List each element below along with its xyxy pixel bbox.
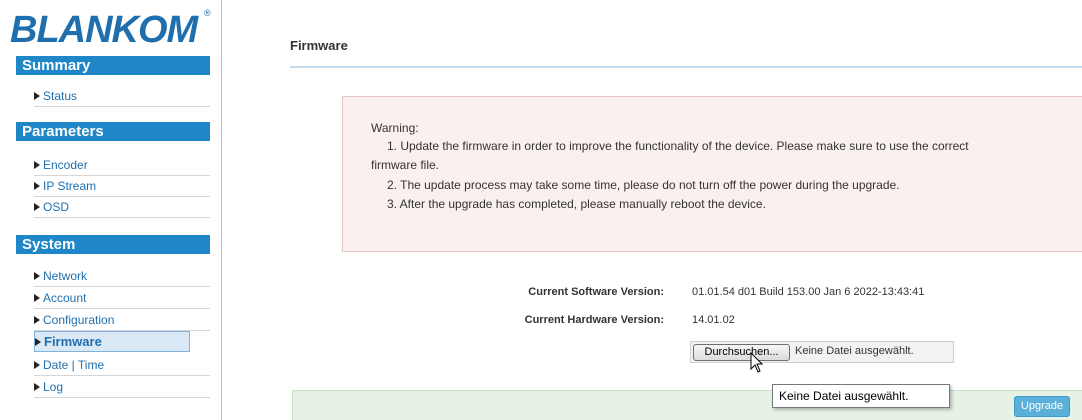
svg-text:BLANKOM: BLANKOM	[10, 9, 200, 51]
sidebar: BLANKOM ® Summary Status Parameters Enco…	[0, 0, 222, 420]
triangle-right-icon	[34, 92, 40, 100]
section-system: System	[16, 235, 210, 254]
nav-ip-stream[interactable]: IP Stream	[34, 176, 210, 197]
title-divider	[290, 66, 1082, 68]
nav-firmware[interactable]: Firmware	[34, 331, 190, 352]
warning-line-1: 1. Update the firmware in order to impro…	[387, 139, 969, 153]
triangle-right-icon	[35, 338, 41, 346]
triangle-right-icon	[34, 316, 40, 324]
triangle-right-icon	[34, 272, 40, 280]
upgrade-button[interactable]: Upgrade	[1014, 396, 1070, 417]
svg-text:®: ®	[204, 8, 211, 18]
software-version-value: 01.01.54 d01 Build 153.00 Jan 6 2022-13:…	[692, 286, 925, 298]
triangle-right-icon	[34, 203, 40, 211]
hardware-version-label: Current Hardware Version:	[524, 314, 664, 326]
file-status-text: Keine Datei ausgewählt.	[795, 345, 914, 357]
software-version-label: Current Software Version:	[528, 286, 664, 298]
nav-encoder[interactable]: Encoder	[34, 155, 210, 176]
triangle-right-icon	[34, 383, 40, 391]
mouse-cursor-icon	[750, 352, 764, 373]
triangle-right-icon	[34, 294, 40, 302]
warning-box: Warning: 1. Update the firmware in order…	[342, 96, 1082, 252]
warning-line-1-cont: firmware file.	[371, 158, 440, 172]
browse-button[interactable]: Durchsuchen...	[693, 344, 790, 361]
nav-configuration[interactable]: Configuration	[34, 310, 210, 331]
nav-log[interactable]: Log	[34, 377, 210, 398]
main-content: Firmware Warning: 1. Update the firmware…	[222, 0, 1082, 420]
section-parameters: Parameters	[16, 122, 210, 141]
action-bar	[292, 390, 1082, 420]
warning-line-2: 2. The update process may take some time…	[387, 178, 900, 192]
section-summary: Summary	[16, 56, 210, 75]
warning-line-3: 3. After the upgrade has completed, plea…	[387, 197, 766, 211]
nav-osd[interactable]: OSD	[34, 197, 210, 218]
file-tooltip: Keine Datei ausgewählt.	[772, 384, 950, 408]
blankom-logo: BLANKOM ®	[10, 8, 211, 51]
page-title: Firmware	[290, 38, 348, 53]
triangle-right-icon	[34, 361, 40, 369]
firmware-file-input[interactable]: Durchsuchen... Keine Datei ausgewählt.	[690, 341, 954, 363]
hardware-version-value: 14.01.02	[692, 314, 735, 326]
nav-status[interactable]: Status	[34, 86, 210, 107]
triangle-right-icon	[34, 182, 40, 190]
warning-title: Warning:	[371, 121, 419, 135]
nav-account[interactable]: Account	[34, 288, 210, 309]
triangle-right-icon	[34, 161, 40, 169]
nav-date-time[interactable]: Date | Time	[34, 355, 210, 376]
nav-network[interactable]: Network	[34, 266, 210, 287]
